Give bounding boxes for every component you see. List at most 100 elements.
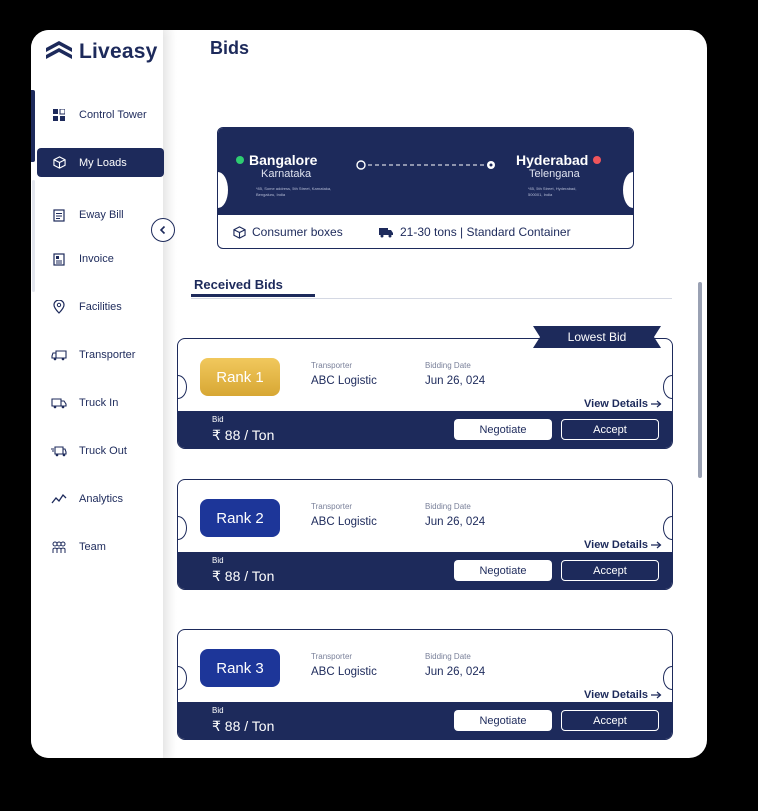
- truck-icon: [379, 228, 393, 238]
- grid-icon: [51, 107, 67, 123]
- origin-city: Bangalore: [236, 152, 317, 168]
- ticket-notch-right: [663, 516, 672, 540]
- accept-button[interactable]: Accept: [561, 710, 659, 731]
- sidebar-item-facilities[interactable]: Facilities: [37, 293, 164, 321]
- bid-card-rank-2: Rank 2 Transporter ABC Logistic Bidding …: [177, 479, 673, 590]
- origin-state: Karnataka: [261, 168, 312, 180]
- ticket-notch-left: [218, 172, 228, 208]
- sidebar-item-eway-bill[interactable]: Eway Bill: [37, 201, 164, 229]
- main-scrollbar[interactable]: [698, 282, 702, 478]
- origin-city-name: Bangalore: [249, 152, 318, 168]
- box-icon: [51, 155, 67, 171]
- truck-icon: [51, 347, 67, 363]
- accept-button[interactable]: Accept: [561, 560, 659, 581]
- transporter-name: ABC Logistic: [311, 666, 377, 678]
- truck-label: 21-30 tons | Standard Container: [400, 225, 571, 239]
- team-icon: [51, 539, 67, 555]
- invoice-icon: [51, 251, 67, 267]
- transporter-name: ABC Logistic: [311, 516, 377, 528]
- sidebar-item-label: Facilities: [79, 301, 122, 313]
- sidebar-item-label: Analytics: [79, 493, 124, 505]
- view-details-label: View Details: [584, 398, 648, 410]
- document-icon: [51, 207, 67, 223]
- sidebar: Liveasy Control Tower My Loads Eway Bill: [31, 30, 164, 758]
- brand-logo[interactable]: Liveasy: [45, 36, 157, 68]
- truck-in-icon: [51, 395, 67, 411]
- box-icon: [233, 225, 246, 239]
- sidebar-item-label: Eway Bill: [79, 209, 124, 221]
- destination-dot-icon: [593, 156, 602, 164]
- arrow-right-icon: [651, 691, 662, 699]
- bid-amount: ₹ 88 / Ton: [212, 568, 275, 584]
- destination-state: Telengana: [529, 168, 580, 180]
- destination-city: Hyderabad: [516, 152, 602, 168]
- tab-active-indicator: [191, 294, 315, 297]
- arrow-right-icon: [651, 400, 662, 408]
- chevron-left-icon: [159, 225, 166, 235]
- sidebar-item-label: Transporter: [79, 349, 136, 361]
- view-details-link[interactable]: View Details: [584, 398, 662, 410]
- origin-address: *85, Some address, 5th Street, Karnataka…: [256, 186, 332, 197]
- sidebar-item-my-loads[interactable]: My Loads: [37, 148, 164, 177]
- sidebar-item-label: My Loads: [79, 156, 127, 169]
- view-details-link[interactable]: View Details: [584, 539, 662, 551]
- ticket-notch-right: [663, 375, 672, 399]
- sidebar-accent: [31, 90, 35, 162]
- rank-badge: Rank 3: [200, 649, 280, 687]
- ticket-notch-left: [178, 375, 187, 399]
- sidebar-item-team[interactable]: Team: [37, 533, 164, 561]
- goods-label: Consumer boxes: [252, 225, 343, 239]
- bid-amount: ₹ 88 / Ton: [212, 427, 275, 443]
- sidebar-item-control-tower[interactable]: Control Tower: [37, 101, 164, 129]
- lowest-bid-label: Lowest Bid: [567, 330, 627, 344]
- sidebar-item-label: Invoice: [79, 253, 114, 265]
- transporter-label: Transporter: [311, 361, 353, 370]
- view-details-label: View Details: [584, 689, 648, 701]
- bidding-date: Jun 26, 024: [425, 666, 486, 678]
- rank-badge: Rank 2: [200, 499, 280, 537]
- bidding-date-label: Bidding Date: [425, 502, 471, 511]
- negotiate-button[interactable]: Negotiate: [454, 710, 552, 731]
- sidebar-item-truck-out[interactable]: Truck Out: [37, 437, 164, 465]
- ticket-notch-left: [178, 666, 187, 690]
- accept-button[interactable]: Accept: [561, 419, 659, 440]
- brand-name: Liveasy: [79, 40, 158, 63]
- truck-out-icon: [51, 443, 67, 459]
- analytics-icon: [51, 491, 67, 507]
- view-details-link[interactable]: View Details: [584, 689, 662, 701]
- tab-divider: [191, 298, 672, 299]
- destination-city-name: Hyderabad: [516, 152, 589, 168]
- lowest-bid-badge: Lowest Bid: [533, 326, 661, 348]
- transporter-name: ABC Logistic: [311, 375, 377, 387]
- route-details: Consumer boxes 21-30 tons | Standard Con…: [218, 215, 633, 248]
- bid-label: Bid: [212, 415, 224, 424]
- rank-badge: Rank 1: [200, 358, 280, 396]
- sidebar-item-truck-in[interactable]: Truck In: [37, 389, 164, 417]
- sidebar-item-label: Control Tower: [79, 109, 147, 121]
- ticket-notch-left: [178, 516, 187, 540]
- bid-footer: Bid ₹ 88 / Ton Negotiate Accept: [178, 552, 672, 589]
- bidding-date-label: Bidding Date: [425, 361, 471, 370]
- bid-card-rank-1: Rank 1 Transporter ABC Logistic Bidding …: [177, 338, 673, 449]
- transporter-label: Transporter: [311, 502, 353, 511]
- sidebar-scrollbar[interactable]: [32, 180, 35, 292]
- sidebar-shadow: [163, 30, 177, 758]
- sidebar-item-invoice[interactable]: Invoice: [37, 245, 164, 273]
- bid-amount: ₹ 88 / Ton: [212, 718, 275, 734]
- bid-footer: Bid ₹ 88 / Ton Negotiate Accept: [178, 702, 672, 739]
- bid-label: Bid: [212, 556, 224, 565]
- tab-received-bids[interactable]: Received Bids: [194, 277, 283, 292]
- app-window: Liveasy Control Tower My Loads Eway Bill: [31, 30, 707, 758]
- bidding-date-label: Bidding Date: [425, 652, 471, 661]
- view-details-label: View Details: [584, 539, 648, 551]
- sidebar-item-analytics[interactable]: Analytics: [37, 485, 164, 513]
- truck-type: 21-30 tons | Standard Container: [378, 225, 571, 239]
- sidebar-item-label: Truck In: [79, 397, 119, 409]
- collapse-sidebar-button[interactable]: [151, 218, 175, 242]
- negotiate-button[interactable]: Negotiate: [454, 419, 552, 440]
- transporter-label: Transporter: [311, 652, 353, 661]
- sidebar-item-transporter[interactable]: Transporter: [37, 341, 164, 369]
- bid-footer: Bid ₹ 88 / Ton Negotiate Accept: [178, 411, 672, 448]
- ticket-notch-right: [663, 666, 672, 690]
- negotiate-button[interactable]: Negotiate: [454, 560, 552, 581]
